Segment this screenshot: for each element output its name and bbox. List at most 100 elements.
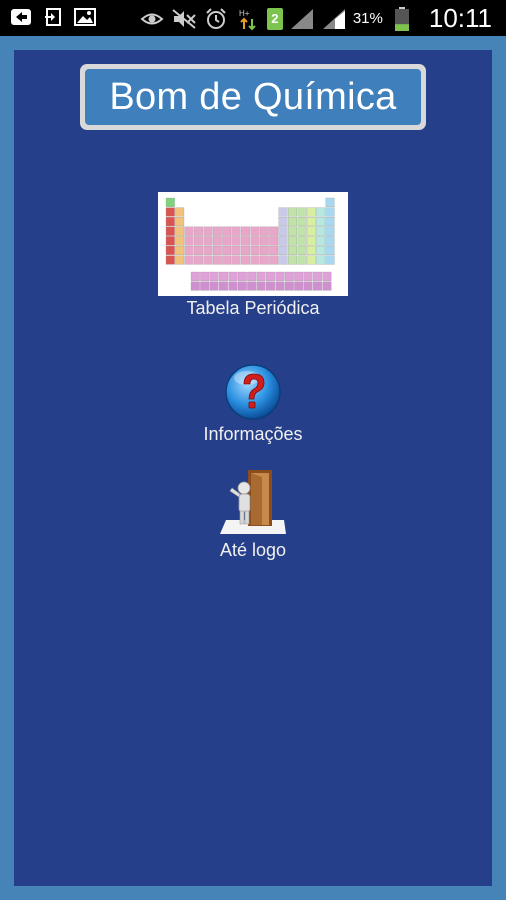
title-button-face[interactable]: Bom de Química (85, 69, 421, 125)
periodic-table-cell (222, 236, 232, 246)
main-panel: Bom de Química Tabela Periódica Informaç… (14, 50, 492, 886)
periodic-table-cell (175, 226, 185, 236)
periodic-table-cell (325, 197, 335, 207)
menu-label-info: Informações (203, 424, 303, 444)
menu-item-periodic-table[interactable]: Tabela Periódica (14, 192, 492, 319)
periodic-table-cell (294, 271, 304, 281)
periodic-table-cell (237, 281, 247, 291)
clock: 10:11 (428, 3, 492, 33)
periodic-table-cell (175, 245, 185, 255)
periodic-table-cell (306, 217, 316, 227)
periodic-table-cell (316, 226, 326, 236)
periodic-table-cell (222, 226, 232, 236)
periodic-table-cell (200, 281, 210, 291)
periodic-table-cell (203, 236, 213, 246)
periodic-table-cell (288, 207, 297, 217)
periodic-table-cell (266, 271, 275, 281)
periodic-table-cell (194, 255, 203, 265)
sync-icon (40, 4, 66, 30)
periodic-table-cell (278, 236, 288, 246)
periodic-table-cell (165, 226, 175, 236)
question-icon[interactable] (223, 362, 283, 422)
periodic-table-cell (250, 255, 260, 265)
periodic-table-cell (190, 271, 200, 281)
periodic-table-cell (269, 245, 279, 255)
periodic-table-cell (222, 245, 232, 255)
periodic-table-cell (322, 281, 332, 291)
periodic-table-cell (288, 217, 297, 227)
periodic-table-cell (306, 226, 316, 236)
periodic-table-cell (288, 236, 297, 246)
periodic-table-cell (325, 255, 335, 265)
periodic-table-cell (175, 236, 185, 246)
periodic-table-cell (231, 236, 241, 246)
periodic-table-cell (297, 236, 307, 246)
periodic-table-cell (219, 271, 228, 281)
menu-label-exit: Até logo (219, 540, 287, 560)
periodic-table-icon[interactable] (158, 192, 348, 296)
periodic-table-cell (297, 255, 307, 265)
periodic-table-cell (250, 236, 260, 246)
periodic-table-cell (175, 255, 185, 265)
periodic-table-cell (256, 271, 266, 281)
periodic-table-cell (175, 207, 185, 217)
periodic-table-cell (194, 245, 203, 255)
periodic-table-cell (325, 207, 335, 217)
battery-icon (389, 6, 415, 32)
menu-item-info[interactable]: Informações (14, 362, 492, 445)
image-icon (72, 4, 98, 30)
periodic-table-cell (203, 226, 213, 236)
periodic-table-cell (250, 226, 260, 236)
periodic-table-cell (275, 281, 285, 291)
periodic-table-cell (316, 236, 326, 246)
periodic-table-cell (259, 245, 269, 255)
periodic-table-cell (269, 236, 279, 246)
periodic-table-cell (297, 207, 307, 217)
periodic-table-cell (306, 245, 316, 255)
periodic-table-cell (247, 281, 257, 291)
periodic-table-cell (231, 245, 241, 255)
app-frame: Bom de Química Tabela Periódica Informaç… (0, 36, 506, 900)
exit-door-icon[interactable] (218, 464, 288, 538)
periodic-table-cell (278, 217, 288, 227)
periodic-table-cell (316, 255, 326, 265)
periodic-table-cell (165, 217, 175, 227)
periodic-table-cell (241, 226, 250, 236)
periodic-table-cell (278, 207, 288, 217)
periodic-table-cell (241, 236, 250, 246)
sim-icon: 2 (266, 7, 283, 30)
alarm-icon (203, 6, 229, 32)
menu-label-periodic-table: Tabela Periódica (186, 298, 320, 318)
title-button[interactable]: Bom de Química (80, 64, 426, 130)
periodic-table-cell (228, 271, 238, 281)
periodic-table-cell (165, 255, 175, 265)
periodic-table-cell (228, 281, 238, 291)
periodic-table-cell (165, 245, 175, 255)
periodic-table-cell (247, 271, 257, 281)
periodic-table-cell (231, 255, 241, 265)
periodic-table-cell (184, 236, 194, 246)
periodic-table-cell (237, 271, 247, 281)
periodic-table-cell (288, 255, 297, 265)
periodic-table-cell (269, 255, 279, 265)
periodic-table-cell (316, 245, 326, 255)
periodic-table-cell (322, 271, 332, 281)
periodic-table-cell (212, 245, 222, 255)
periodic-table-cell (275, 271, 285, 281)
periodic-table-cell (303, 271, 313, 281)
periodic-table-cell (165, 236, 175, 246)
periodic-table-cell (284, 281, 294, 291)
app-title: Bom de Química (109, 75, 397, 118)
periodic-table-cell (194, 236, 203, 246)
periodic-table-cell (184, 255, 194, 265)
periodic-table-cell (219, 281, 228, 291)
periodic-table-cell (288, 245, 297, 255)
periodic-table-cell (297, 226, 307, 236)
periodic-table-cell (259, 255, 269, 265)
periodic-table-cell (278, 245, 288, 255)
menu-item-exit[interactable]: Até logo (14, 464, 492, 561)
periodic-table-cell (184, 226, 194, 236)
periodic-table-cell (294, 281, 304, 291)
system-icons: H+ 2 31% 10:11 (139, 3, 492, 34)
periodic-table-cell (325, 236, 335, 246)
